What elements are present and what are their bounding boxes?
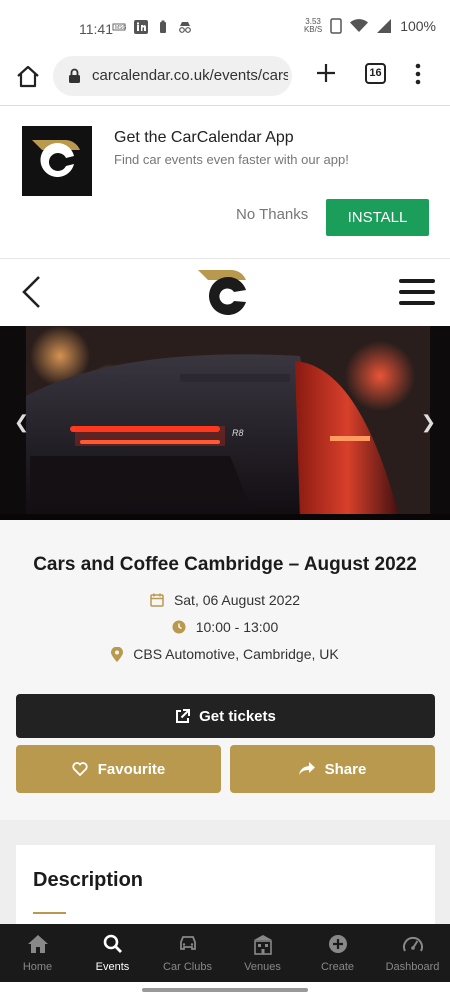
carcalendar-app-logo bbox=[22, 126, 92, 196]
calendar-icon bbox=[150, 593, 164, 607]
share-button[interactable]: Share bbox=[230, 745, 435, 793]
home-gesture-handle[interactable] bbox=[142, 988, 308, 992]
carousel-next-icon[interactable]: ❯ bbox=[421, 412, 436, 433]
system-gesture-bar bbox=[0, 982, 450, 1000]
system-status: 3.53 KB/S 100% bbox=[303, 17, 436, 35]
bottom-nav: Home Events Car Clubs Venues Create Dash… bbox=[0, 924, 450, 982]
nav-venues[interactable]: Venues bbox=[225, 924, 300, 982]
site-header bbox=[0, 260, 450, 326]
share-arrow-icon bbox=[298, 762, 315, 775]
nav-label: Dashboard bbox=[385, 961, 440, 973]
app-banner-subtitle: Find car events even faster with our app… bbox=[114, 152, 349, 167]
favourite-button[interactable]: Favourite bbox=[16, 745, 221, 793]
battery-saver-icon bbox=[160, 20, 166, 33]
carousel-prev-icon[interactable]: ❮ bbox=[14, 412, 29, 433]
event-date: Sat, 06 August 2022 bbox=[173, 592, 301, 608]
browser-toolbar: carcalendar.co.uk/events/cars 16 bbox=[0, 56, 450, 106]
building-icon bbox=[253, 935, 272, 955]
search-icon bbox=[103, 934, 122, 953]
cell-signal-icon bbox=[377, 19, 392, 33]
nav-car-clubs[interactable]: Car Clubs bbox=[150, 924, 225, 982]
notification-icons: MSG bbox=[112, 20, 192, 34]
event-date-row: Sat, 06 August 2022 bbox=[0, 592, 450, 608]
svg-text:R8: R8 bbox=[232, 428, 244, 438]
nav-home[interactable]: Home bbox=[0, 924, 75, 982]
new-tab-icon[interactable] bbox=[313, 60, 339, 86]
status-time: 11:41 bbox=[79, 21, 113, 37]
lock-icon bbox=[69, 68, 80, 83]
status-bar: 11:41 MSG 3.53 KB/S 100% bbox=[0, 0, 450, 56]
phone-icon bbox=[330, 18, 342, 34]
nav-label: Venues bbox=[244, 961, 281, 973]
overflow-menu-icon[interactable] bbox=[413, 62, 423, 86]
url-text: carcalendar.co.uk/events/cars bbox=[92, 67, 288, 84]
external-link-icon bbox=[176, 708, 191, 723]
carcalendar-logo[interactable] bbox=[196, 268, 252, 318]
incognito-icon bbox=[179, 22, 191, 33]
description-card: Description bbox=[16, 845, 435, 935]
heart-icon bbox=[72, 762, 88, 776]
app-install-banner: Get the CarCalendar App Find car events … bbox=[0, 107, 450, 259]
hamburger-menu-icon[interactable] bbox=[399, 279, 435, 305]
description-section: Description bbox=[0, 820, 450, 935]
notification-app-icon: MSG bbox=[112, 23, 126, 31]
back-arrow-icon[interactable] bbox=[20, 274, 44, 310]
network-speed: 3.53 KB/S bbox=[303, 17, 323, 34]
install-button[interactable]: INSTALL bbox=[326, 199, 429, 236]
event-location-row: CBS Automotive, Cambridge, UK bbox=[0, 646, 450, 662]
event-title: Cars and Coffee Cambridge – August 2022 bbox=[33, 554, 417, 575]
app-banner-title: Get the CarCalendar App bbox=[114, 129, 294, 146]
nav-label: Home bbox=[22, 961, 53, 973]
battery-percent: 100% bbox=[400, 18, 436, 34]
nav-label: Car Clubs bbox=[163, 961, 212, 973]
nav-events[interactable]: Events bbox=[75, 924, 150, 982]
clock-icon bbox=[172, 620, 186, 634]
no-thanks-button[interactable]: No Thanks bbox=[236, 206, 308, 223]
get-tickets-label: Get tickets bbox=[199, 707, 276, 725]
heading-underline bbox=[33, 912, 66, 914]
nav-dashboard[interactable]: Dashboard bbox=[375, 924, 450, 982]
tab-switcher-button[interactable]: 16 bbox=[365, 63, 386, 84]
event-location: CBS Automotive, Cambridge, UK bbox=[133, 646, 339, 662]
event-time-row: 10:00 - 13:00 bbox=[0, 619, 450, 635]
car-icon bbox=[179, 936, 196, 950]
get-tickets-button[interactable]: Get tickets bbox=[16, 694, 435, 738]
nav-label: Events bbox=[95, 961, 130, 973]
car-photo: R8 bbox=[0, 326, 450, 520]
map-pin-icon bbox=[111, 646, 124, 662]
nav-label: Create bbox=[320, 961, 355, 973]
event-time: 10:00 - 13:00 bbox=[195, 619, 279, 635]
linkedin-icon bbox=[134, 20, 148, 34]
event-hero-image[interactable]: R8 ❮ ❯ bbox=[0, 326, 450, 520]
wifi-icon bbox=[350, 19, 369, 32]
event-info-section: Cars and Coffee Cambridge – August 2022 … bbox=[0, 520, 450, 820]
address-bar[interactable]: carcalendar.co.uk/events/cars bbox=[53, 56, 292, 96]
share-label: Share bbox=[324, 760, 367, 778]
favourite-label: Favourite bbox=[97, 760, 166, 778]
home-icon bbox=[27, 935, 48, 953]
description-heading: Description bbox=[33, 869, 144, 891]
nav-create[interactable]: Create bbox=[300, 924, 375, 982]
plus-circle-icon bbox=[328, 935, 347, 953]
home-icon[interactable] bbox=[15, 64, 41, 90]
gauge-icon bbox=[402, 936, 423, 952]
svg-text:MSG: MSG bbox=[115, 25, 126, 31]
